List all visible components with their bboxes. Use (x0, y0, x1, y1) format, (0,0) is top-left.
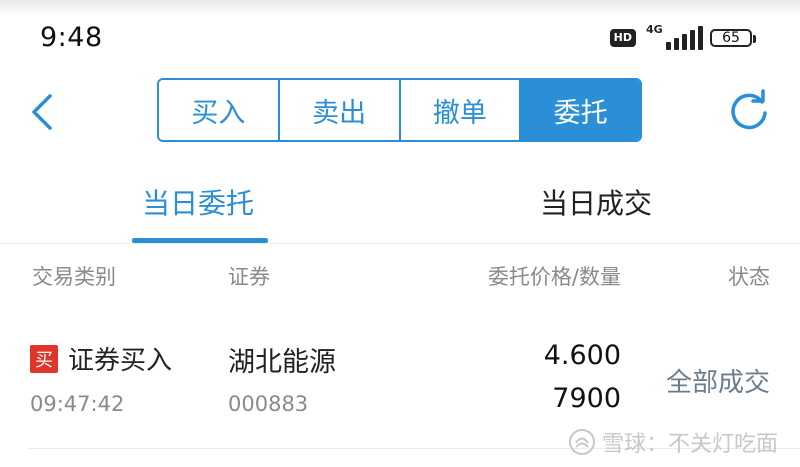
order-price: 4.600 (543, 340, 621, 371)
network-type-label: 4G (646, 23, 663, 36)
signal-icon: 4G (644, 23, 703, 50)
tab-cancel-order[interactable]: 撤单 (400, 80, 522, 140)
subtab-today-deals[interactable]: 当日成交 (540, 182, 652, 222)
divider (0, 243, 800, 244)
subtab-today-orders[interactable]: 当日委托 (142, 182, 254, 222)
battery-icon: 65 (710, 29, 756, 47)
security-name: 湖北能源 (228, 347, 336, 378)
watermark: 雪球：不关灯吃面 (568, 426, 778, 458)
order-status: 全部成交 (665, 368, 770, 398)
security-code: 000883 (228, 392, 309, 416)
tab-buy[interactable]: 买入 (159, 80, 280, 140)
column-header-security: 证券 (228, 265, 270, 289)
column-header-status: 状态 (728, 265, 770, 289)
status-icons: HD 4G 65 (609, 23, 756, 51)
tab-orders[interactable]: 委托 (521, 80, 640, 140)
hd-icon: HD (609, 29, 636, 47)
column-header-price-qty: 委托价格/数量 (487, 265, 621, 289)
order-type: 证券买入 (68, 346, 173, 376)
battery-level: 65 (722, 30, 740, 46)
top-shade (0, 0, 800, 16)
order-quantity: 7900 (552, 383, 621, 414)
xueqiu-logo-icon (568, 429, 595, 455)
back-arrow-icon[interactable] (28, 92, 58, 132)
watermark-text: 雪球：不关灯吃面 (601, 432, 778, 457)
order-time: 09:47:42 (30, 392, 125, 416)
tab-sell[interactable]: 卖出 (279, 80, 401, 140)
column-header-type: 交易类别 (32, 265, 116, 289)
refresh-icon[interactable] (726, 88, 772, 134)
trade-segmented-control: 买入 卖出 撤单 委托 (157, 78, 642, 142)
status-time: 9:48 (40, 22, 103, 53)
buy-badge: 买 (30, 345, 58, 373)
